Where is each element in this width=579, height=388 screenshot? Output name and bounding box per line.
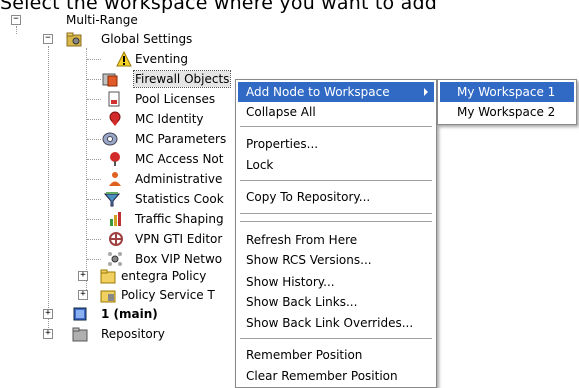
statistics-icon — [103, 191, 121, 207]
menu-item-label: Properties... — [246, 137, 319, 151]
traffic-shaping-icon — [109, 211, 125, 227]
menu-separator — [240, 180, 432, 181]
folder-icon — [100, 268, 116, 284]
identity-icon — [107, 111, 123, 127]
tree-node-mc-parameters[interactable]: MC Parameters — [0, 130, 240, 148]
submenu-arrow-icon — [424, 88, 428, 96]
menu-item-label: Show Back Link Overrides... — [246, 316, 414, 330]
tree-node-firewall-objects[interactable]: Firewall Objects — [0, 70, 240, 88]
menu-item-lock[interactable]: Lock — [238, 155, 434, 175]
tree-node-eventing[interactable]: Eventing — [0, 50, 230, 68]
vpn-icon — [108, 231, 124, 247]
repository-icon — [72, 326, 88, 342]
tree-node-administrative[interactable]: Administrative — [0, 170, 240, 188]
tree-node-pool-licenses[interactable]: Pool Licenses — [0, 90, 240, 108]
menu-item-clear-remember-position[interactable]: Clear Remember Position — [238, 366, 434, 386]
menu-item-properties[interactable]: Properties... — [238, 134, 434, 154]
menu-separator — [240, 338, 432, 339]
context-menu: Add Node to Workspace Collapse All Prope… — [235, 79, 437, 388]
collapse-icon[interactable]: − — [43, 34, 53, 44]
tree-node-entegra-policy[interactable]: + entegra Policy — [0, 267, 240, 285]
network-icon — [107, 251, 123, 267]
expand-icon[interactable]: + — [78, 290, 88, 300]
license-icon — [106, 91, 122, 107]
firewall-objects-icon — [102, 71, 118, 87]
expand-icon[interactable]: + — [78, 271, 88, 281]
tree-node-repository[interactable]: + Repository — [0, 325, 240, 343]
menu-item-refresh-from-here[interactable]: Refresh From Here — [238, 230, 434, 250]
menu-item-label: Collapse All — [246, 105, 316, 119]
tree-root[interactable]: − Multi-Range — [0, 11, 180, 29]
policy-folder-icon — [100, 287, 116, 303]
menu-item-label: Add Node to Workspace — [246, 85, 390, 99]
menu-separator — [240, 213, 432, 214]
menu-separator — [240, 221, 432, 222]
tree-node-global-settings[interactable]: − Global Settings — [0, 30, 220, 48]
tree-node-mc-access-notes[interactable]: MC Access Not — [0, 150, 240, 168]
menu-item-my-workspace-1[interactable]: My Workspace 1 — [440, 82, 574, 102]
tree-node-box-vip-network[interactable]: Box VIP Netwo — [0, 250, 240, 268]
menu-item-show-history[interactable]: Show History... — [238, 272, 434, 292]
menu-item-remember-position[interactable]: Remember Position — [238, 345, 434, 365]
menu-item-copy-to-repository[interactable]: Copy To Repository... — [238, 187, 434, 207]
range-icon — [72, 306, 88, 322]
tree-node-policy-service[interactable]: + Policy Service T — [0, 286, 240, 304]
tree-node-statistics-cook[interactable]: Statistics Cook — [0, 190, 240, 208]
menu-item-label: Show RCS Versions... — [246, 253, 372, 267]
menu-item-label: Copy To Repository... — [246, 190, 371, 204]
menu-item-my-workspace-2[interactable]: My Workspace 2 — [440, 102, 574, 122]
menu-item-show-back-links[interactable]: Show Back Links... — [238, 292, 434, 312]
menu-item-label: Clear Remember Position — [246, 369, 398, 383]
admin-user-icon — [107, 171, 123, 187]
workspace-submenu: My Workspace 1 My Workspace 2 — [437, 79, 577, 125]
access-icon — [107, 151, 123, 167]
collapse-icon[interactable]: − — [11, 15, 21, 25]
expand-icon[interactable]: + — [43, 309, 53, 319]
tree-node-traffic-shaping[interactable]: Traffic Shaping — [0, 210, 240, 228]
menu-item-show-back-link-overrides[interactable]: Show Back Link Overrides... — [238, 313, 434, 333]
menu-item-label: Remember Position — [246, 348, 363, 362]
menu-item-add-node-to-workspace[interactable]: Add Node to Workspace — [238, 82, 434, 102]
menu-item-show-rcs-versions[interactable]: Show RCS Versions... — [238, 250, 434, 270]
menu-item-label: Show Back Links... — [246, 295, 358, 309]
menu-item-collapse-all[interactable]: Collapse All — [238, 102, 434, 122]
menu-item-label: My Workspace 2 — [457, 105, 556, 119]
menu-item-label: My Workspace 1 — [457, 85, 556, 99]
parameters-icon — [102, 131, 118, 147]
menu-item-label: Show History... — [246, 275, 335, 289]
expand-icon[interactable]: + — [43, 329, 53, 339]
tree-node-mc-identity[interactable]: MC Identity — [0, 110, 240, 128]
tree-node-vpn-gti-editor[interactable]: VPN GTI Editor — [0, 230, 240, 248]
menu-separator — [240, 126, 432, 127]
settings-folder-icon — [66, 31, 82, 47]
warning-icon — [116, 50, 132, 67]
tree-node-main[interactable]: + 1 (main) — [0, 305, 240, 323]
menu-item-label: Refresh From Here — [246, 233, 358, 247]
menu-item-label: Lock — [246, 158, 274, 172]
